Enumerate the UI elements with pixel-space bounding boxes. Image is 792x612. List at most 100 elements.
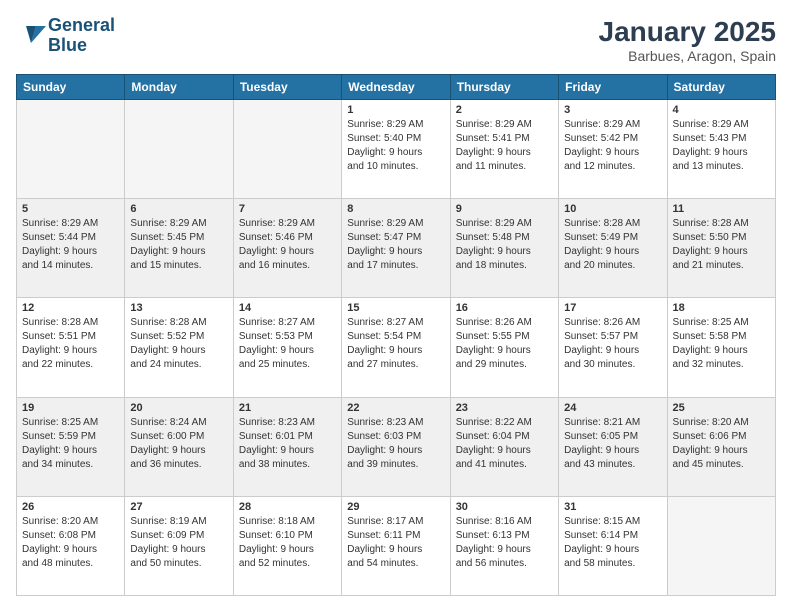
day-info: Sunrise: 8:29 AM Sunset: 5:43 PM Dayligh… <box>673 118 770 174</box>
day-number: 13 <box>130 302 227 314</box>
day-number: 7 <box>239 203 336 215</box>
table-row: 29Sunrise: 8:17 AM Sunset: 6:11 PM Dayli… <box>342 496 450 595</box>
page: General Blue January 2025 Barbues, Arago… <box>0 0 792 612</box>
table-row: 1 Sunrise: 8:29 AM Sunset: 5:40 PM Daylig… <box>342 100 450 199</box>
calendar-table: Sunday Monday Tuesday Wednesday Thursday… <box>16 74 776 596</box>
table-row <box>125 100 233 199</box>
day-info: Sunrise: 8:25 AM Sunset: 5:58 PM Dayligh… <box>673 316 770 372</box>
day-number: 27 <box>130 501 227 513</box>
day-info: Sunrise: 8:16 AM Sunset: 6:13 PM Dayligh… <box>456 515 553 571</box>
day-info: Sunrise: 8:25 AM Sunset: 5:59 PM Dayligh… <box>22 416 119 472</box>
day-info: Sunrise: 8:29 AM Sunset: 5:41 PM Dayligh… <box>456 118 553 174</box>
table-row: 28 Sunrise: 8:18 AM Sunset: 6:10 PM Dayli… <box>233 496 341 595</box>
day-number: 25 <box>673 402 770 414</box>
table-row: 26 Sunrise: 8:20 AM Sunset: 6:08 PM Dayli… <box>17 496 125 595</box>
col-wednesday: Wednesday <box>342 75 450 100</box>
day-number: 3 <box>564 104 661 116</box>
table-row <box>667 496 775 595</box>
day-info: Sunrise: 8:22 AM Sunset: 6:04 PM Dayligh… <box>456 416 553 472</box>
table-row: 22 Sunrise: 8:23 AM Sunset: 6:03 PM Dayli… <box>342 397 450 496</box>
table-row: 23 Sunrise: 8:22 AM Sunset: 6:04 PM Dayli… <box>450 397 558 496</box>
day-number: 21 <box>239 402 336 414</box>
day-info: Sunrise: 8:15 AM Sunset: 6:14 PM Dayligh… <box>564 515 661 571</box>
col-sunday: Sunday <box>17 75 125 100</box>
table-row: 3 Sunrise: 8:29 AM Sunset: 5:42 PM Daylig… <box>559 100 667 199</box>
table-row: 6Sunrise: 8:29 AM Sunset: 5:45 PM Daylig… <box>125 199 233 298</box>
day-info: Sunrise: 8:21 AM Sunset: 6:05 PM Dayligh… <box>564 416 661 472</box>
day-info: Sunrise: 8:23 AM Sunset: 6:01 PM Dayligh… <box>239 416 336 472</box>
day-number: 23 <box>456 402 553 414</box>
table-row: 12Sunrise: 8:28 AM Sunset: 5:51 PM Dayli… <box>17 298 125 397</box>
col-monday: Monday <box>125 75 233 100</box>
table-row: 9 Sunrise: 8:29 AM Sunset: 5:48 PM Daylig… <box>450 199 558 298</box>
header: General Blue January 2025 Barbues, Arago… <box>16 16 776 64</box>
day-number: 26 <box>22 501 119 513</box>
day-info: Sunrise: 8:28 AM Sunset: 5:52 PM Dayligh… <box>130 316 227 372</box>
day-info: Sunrise: 8:29 AM Sunset: 5:44 PM Dayligh… <box>22 217 119 273</box>
day-number: 29 <box>347 501 444 513</box>
day-info: Sunrise: 8:26 AM Sunset: 5:55 PM Dayligh… <box>456 316 553 372</box>
day-info: Sunrise: 8:20 AM Sunset: 6:08 PM Dayligh… <box>22 515 119 571</box>
table-row <box>17 100 125 199</box>
table-row: 19Sunrise: 8:25 AM Sunset: 5:59 PM Dayli… <box>17 397 125 496</box>
day-number: 11 <box>673 203 770 215</box>
day-info: Sunrise: 8:20 AM Sunset: 6:06 PM Dayligh… <box>673 416 770 472</box>
week-row-2: 5 Sunrise: 8:29 AM Sunset: 5:44 PM Daylig… <box>17 199 776 298</box>
day-number: 28 <box>239 501 336 513</box>
col-thursday: Thursday <box>450 75 558 100</box>
week-row-1: 1 Sunrise: 8:29 AM Sunset: 5:40 PM Daylig… <box>17 100 776 199</box>
day-info: Sunrise: 8:19 AM Sunset: 6:09 PM Dayligh… <box>130 515 227 571</box>
title-block: January 2025 Barbues, Aragon, Spain <box>599 16 776 64</box>
week-row-5: 26 Sunrise: 8:20 AM Sunset: 6:08 PM Dayli… <box>17 496 776 595</box>
table-row: 8Sunrise: 8:29 AM Sunset: 5:47 PM Daylig… <box>342 199 450 298</box>
day-number: 16 <box>456 302 553 314</box>
col-friday: Friday <box>559 75 667 100</box>
day-info: Sunrise: 8:24 AM Sunset: 6:00 PM Dayligh… <box>130 416 227 472</box>
day-info: Sunrise: 8:29 AM Sunset: 5:46 PM Dayligh… <box>239 217 336 273</box>
day-info: Sunrise: 8:29 AM Sunset: 5:48 PM Dayligh… <box>456 217 553 273</box>
table-row: 14 Sunrise: 8:27 AM Sunset: 5:53 PM Dayli… <box>233 298 341 397</box>
day-number: 14 <box>239 302 336 314</box>
day-number: 1 <box>347 104 444 116</box>
col-saturday: Saturday <box>667 75 775 100</box>
table-row: 13 Sunrise: 8:28 AM Sunset: 5:52 PM Dayli… <box>125 298 233 397</box>
day-number: 5 <box>22 203 119 215</box>
table-row: 24 Sunrise: 8:21 AM Sunset: 6:05 PM Dayli… <box>559 397 667 496</box>
day-info: Sunrise: 8:27 AM Sunset: 5:54 PM Dayligh… <box>347 316 444 372</box>
table-row: 7 Sunrise: 8:29 AM Sunset: 5:46 PM Daylig… <box>233 199 341 298</box>
day-number: 22 <box>347 402 444 414</box>
table-row: 15Sunrise: 8:27 AM Sunset: 5:54 PM Dayli… <box>342 298 450 397</box>
table-row: 4 Sunrise: 8:29 AM Sunset: 5:43 PM Daylig… <box>667 100 775 199</box>
table-row: 2 Sunrise: 8:29 AM Sunset: 5:41 PM Daylig… <box>450 100 558 199</box>
col-tuesday: Tuesday <box>233 75 341 100</box>
table-row: 30 Sunrise: 8:16 AM Sunset: 6:13 PM Dayli… <box>450 496 558 595</box>
day-number: 30 <box>456 501 553 513</box>
day-number: 18 <box>673 302 770 314</box>
calendar-subtitle: Barbues, Aragon, Spain <box>599 48 776 64</box>
table-row: 31 Sunrise: 8:15 AM Sunset: 6:14 PM Dayli… <box>559 496 667 595</box>
week-row-3: 12Sunrise: 8:28 AM Sunset: 5:51 PM Dayli… <box>17 298 776 397</box>
day-number: 9 <box>456 203 553 215</box>
day-number: 4 <box>673 104 770 116</box>
day-info: Sunrise: 8:23 AM Sunset: 6:03 PM Dayligh… <box>347 416 444 472</box>
table-row: 20 Sunrise: 8:24 AM Sunset: 6:00 PM Dayli… <box>125 397 233 496</box>
day-number: 8 <box>347 203 444 215</box>
calendar-title: January 2025 <box>599 16 776 48</box>
day-number: 2 <box>456 104 553 116</box>
day-number: 20 <box>130 402 227 414</box>
day-info: Sunrise: 8:28 AM Sunset: 5:51 PM Dayligh… <box>22 316 119 372</box>
logo: General Blue <box>16 16 115 56</box>
logo-text: General Blue <box>48 16 115 56</box>
day-number: 10 <box>564 203 661 215</box>
table-row: 16 Sunrise: 8:26 AM Sunset: 5:55 PM Dayli… <box>450 298 558 397</box>
table-row: 5 Sunrise: 8:29 AM Sunset: 5:44 PM Daylig… <box>17 199 125 298</box>
day-number: 31 <box>564 501 661 513</box>
day-info: Sunrise: 8:29 AM Sunset: 5:42 PM Dayligh… <box>564 118 661 174</box>
day-info: Sunrise: 8:29 AM Sunset: 5:40 PM Dayligh… <box>347 118 444 174</box>
day-info: Sunrise: 8:18 AM Sunset: 6:10 PM Dayligh… <box>239 515 336 571</box>
day-info: Sunrise: 8:28 AM Sunset: 5:49 PM Dayligh… <box>564 217 661 273</box>
day-info: Sunrise: 8:28 AM Sunset: 5:50 PM Dayligh… <box>673 217 770 273</box>
day-number: 24 <box>564 402 661 414</box>
day-info: Sunrise: 8:27 AM Sunset: 5:53 PM Dayligh… <box>239 316 336 372</box>
day-number: 6 <box>130 203 227 215</box>
